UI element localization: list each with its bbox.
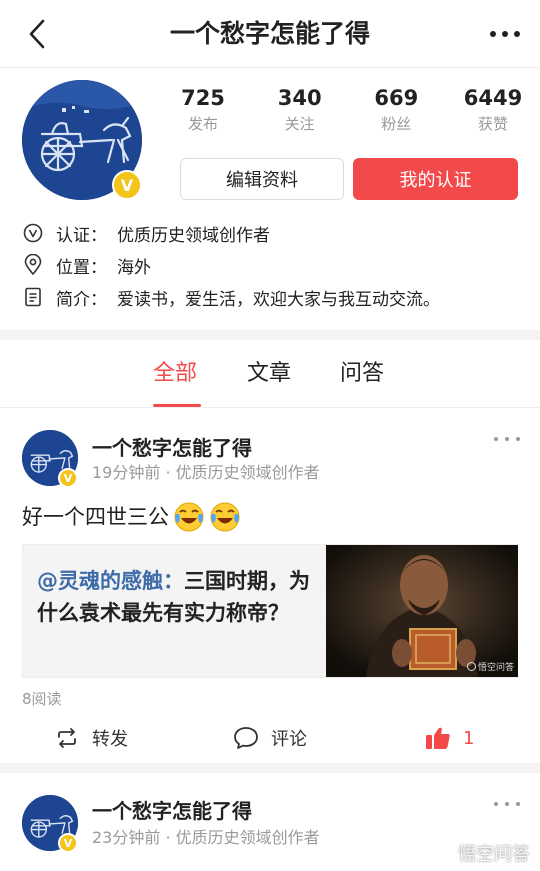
post-text: 好一个四世三公 xyxy=(22,505,169,529)
my-verification-button[interactable]: 我的认证 xyxy=(353,158,518,200)
stat-followers[interactable]: 669 粉丝 xyxy=(361,84,431,140)
stat-label: 粉丝 xyxy=(381,115,412,133)
stat-value: 6449 xyxy=(463,86,523,110)
shared-question-image: 悟空问答 xyxy=(326,545,518,677)
watermark-logo-icon xyxy=(438,845,454,861)
repost-label: 转发 xyxy=(92,729,128,750)
repost-icon xyxy=(54,725,80,751)
post-text-row: 好一个四世三公 xyxy=(22,500,241,534)
more-dots-icon xyxy=(490,31,520,37)
nav-bar: 一个愁字怎能了得 xyxy=(0,0,540,68)
tab-all[interactable]: 全部 xyxy=(153,358,197,390)
comment-label: 评论 xyxy=(271,729,307,750)
stat-likes[interactable]: 6449 获赞 xyxy=(458,84,528,140)
stat-value: 340 xyxy=(277,86,322,110)
more-button[interactable] xyxy=(488,22,522,46)
info-location: 位置： 海外 xyxy=(22,250,151,280)
info-value: 海外 xyxy=(117,257,151,278)
laugh-cry-emoji-icon xyxy=(210,502,240,532)
verify-icon xyxy=(22,222,44,244)
dot xyxy=(516,437,520,441)
verified-badge: V xyxy=(112,170,142,200)
post-more-button[interactable] xyxy=(494,797,520,811)
laugh-cry-emoji-icon xyxy=(174,502,204,532)
stat-following[interactable]: 340 关注 xyxy=(265,84,335,140)
repost-button[interactable]: 转发 xyxy=(54,722,128,754)
post-author[interactable]: 一个愁字怎能了得 xyxy=(92,797,252,825)
stat-label: 发布 xyxy=(187,115,218,133)
like-count: 1 xyxy=(463,727,475,749)
comment-button[interactable]: 评论 xyxy=(233,722,307,754)
stat-label: 关注 xyxy=(284,115,315,133)
section-divider xyxy=(0,763,540,773)
stat-label: 获赞 xyxy=(477,115,508,133)
tab-articles[interactable]: 文章 xyxy=(247,358,291,390)
stat-posts[interactable]: 725 发布 xyxy=(168,84,238,140)
info-verification: 认证： 优质历史领域创作者 xyxy=(22,218,270,248)
image-watermark: 悟空问答 xyxy=(466,660,514,673)
active-tab-indicator xyxy=(153,404,201,407)
dot xyxy=(494,802,498,806)
info-label: 位置： xyxy=(56,257,107,278)
info-label: 简介： xyxy=(56,289,107,310)
thumbs-up-icon xyxy=(425,725,451,751)
profile-header: V 725 发布 340 关注 669 粉丝 6449 获赞 编辑资料 我的认证… xyxy=(0,68,540,330)
image-watermark-text: 悟空问答 xyxy=(477,663,514,673)
edit-profile-button[interactable]: 编辑资料 xyxy=(180,158,344,200)
info-value: 爱读书，爱生活，欢迎大家与我互动交流。 xyxy=(117,289,440,310)
comment-icon xyxy=(233,725,259,751)
post-author[interactable]: 一个愁字怎能了得 xyxy=(92,434,252,462)
stat-value: 669 xyxy=(374,86,419,110)
shared-question-text: @灵魂的感触：三国时期，为什么袁术最先有实力称帝？ xyxy=(37,565,317,629)
location-icon xyxy=(22,254,44,276)
section-divider xyxy=(0,330,540,340)
content-tabs: 全部 文章 问答 xyxy=(0,340,540,408)
back-button[interactable] xyxy=(22,18,52,50)
read-count: 8阅读 xyxy=(22,690,62,708)
dot xyxy=(494,437,498,441)
dot xyxy=(516,802,520,806)
document-icon xyxy=(22,286,44,308)
verified-badge: V xyxy=(58,468,78,488)
like-button[interactable]: 1 xyxy=(425,722,474,754)
verified-badge: V xyxy=(58,833,78,853)
dot xyxy=(505,802,509,806)
page-title: 一个愁字怎能了得 xyxy=(169,19,370,48)
info-bio: 简介： 爱读书，爱生活，欢迎大家与我互动交流。 xyxy=(22,282,440,312)
post-meta: 19分钟前 · 优质历史领域创作者 xyxy=(92,463,320,482)
post-meta: 23分钟前 · 优质历史领域创作者 xyxy=(92,828,320,847)
post-more-button[interactable] xyxy=(494,432,520,446)
shared-question-card[interactable]: @灵魂的感触：三国时期，为什么袁术最先有实力称帝？ 悟空问答 xyxy=(22,544,518,678)
watermark-text: 悟空问答 xyxy=(458,844,530,865)
tab-qa[interactable]: 问答 xyxy=(340,358,384,390)
dot xyxy=(505,437,509,441)
app-watermark: 悟空问答 xyxy=(438,840,530,866)
watermark-logo-icon xyxy=(466,662,476,671)
info-value: 优质历史领域创作者 xyxy=(117,225,270,246)
info-label: 认证： xyxy=(56,225,107,246)
stats-row: 725 发布 340 关注 669 粉丝 6449 获赞 xyxy=(168,84,528,140)
shared-user-mention[interactable]: @灵魂的感触： xyxy=(37,569,184,593)
stat-value: 725 xyxy=(181,86,225,110)
chevron-left-icon xyxy=(29,19,45,49)
